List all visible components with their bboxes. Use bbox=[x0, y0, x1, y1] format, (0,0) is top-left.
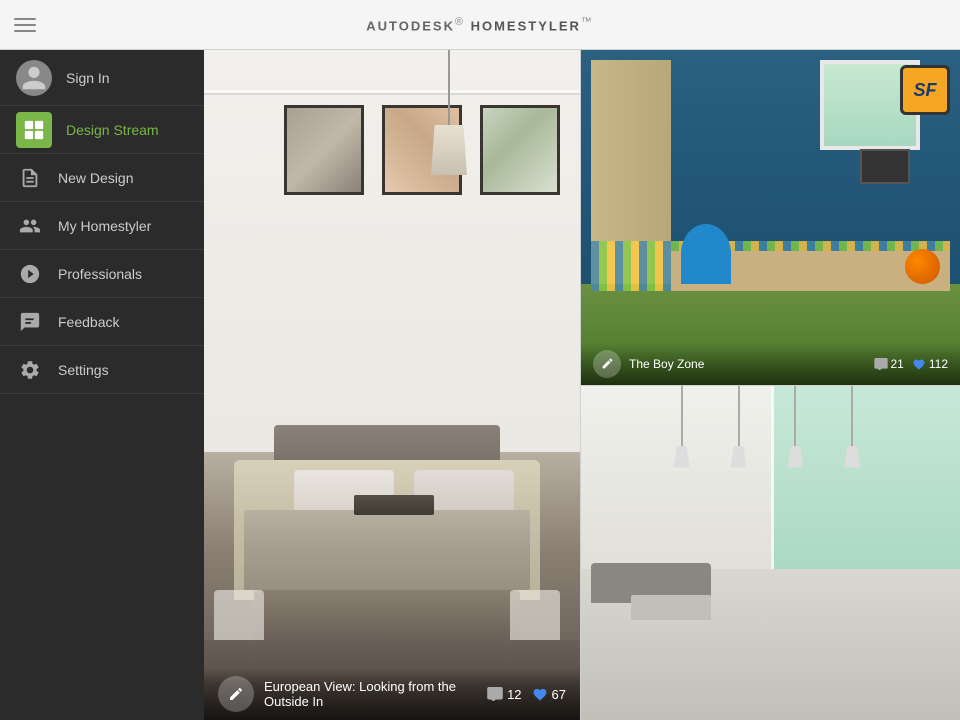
title-superscript: ® bbox=[455, 16, 465, 28]
left-comment-count: 12 bbox=[507, 687, 521, 702]
person-icon bbox=[20, 64, 48, 92]
left-panel-stats: 12 67 bbox=[487, 687, 566, 702]
right-top-overlay: The Boy Zone 21 112 bbox=[581, 343, 960, 385]
living-pendant-4 bbox=[851, 386, 853, 446]
right-top-stats: 21 112 bbox=[874, 357, 949, 371]
feedback-icon-wrap bbox=[16, 308, 44, 336]
main-content: European View: Looking from the Outside … bbox=[204, 50, 960, 720]
left-like-stat: 67 bbox=[532, 687, 566, 702]
living-pendant-3 bbox=[794, 386, 796, 446]
right-top-title: The Boy Zone bbox=[629, 357, 866, 371]
sidebar-item-new-design[interactable]: New Design bbox=[0, 154, 204, 202]
sidebar-item-sign-in[interactable]: Sign In bbox=[0, 50, 204, 106]
my-homestyler-label: My Homestyler bbox=[58, 218, 151, 234]
settings-label: Settings bbox=[58, 362, 109, 378]
new-design-label: New Design bbox=[58, 170, 133, 186]
bed-tray bbox=[354, 495, 434, 515]
left-panel[interactable]: European View: Looking from the Outside … bbox=[204, 50, 580, 720]
heart-icon bbox=[532, 687, 548, 701]
avatar bbox=[16, 60, 52, 96]
sidebar-item-settings[interactable]: Settings bbox=[0, 346, 204, 394]
living-pendant-2 bbox=[738, 386, 740, 446]
left-panel-title: European View: Looking from the Outside … bbox=[264, 679, 477, 709]
pendant-shade bbox=[431, 125, 467, 175]
living-pendant-1 bbox=[681, 386, 683, 446]
feedback-label: Feedback bbox=[58, 314, 119, 330]
title-brand: HOMESTYLER bbox=[471, 18, 581, 33]
app-title: AUTODESK® HOMESTYLER™ bbox=[366, 16, 593, 33]
my-homestyler-icon bbox=[19, 215, 41, 237]
sidebar-item-my-homestyler[interactable]: My Homestyler bbox=[0, 202, 204, 250]
professionals-icon bbox=[19, 263, 41, 285]
title-tm: ™ bbox=[581, 16, 594, 28]
art-frame-1 bbox=[284, 105, 364, 195]
new-design-icon bbox=[19, 167, 41, 189]
sign-in-label: Sign In bbox=[66, 70, 110, 86]
professionals-label: Professionals bbox=[58, 266, 142, 282]
professionals-icon-wrap bbox=[16, 260, 44, 288]
comment-icon bbox=[487, 687, 503, 701]
sidebar-item-feedback[interactable]: Feedback bbox=[0, 298, 204, 346]
heart-icon-sm bbox=[912, 358, 926, 370]
settings-icon bbox=[19, 359, 41, 381]
bz-monitor bbox=[860, 149, 910, 184]
living-pendant-shade-1 bbox=[674, 446, 690, 468]
hamburger-menu[interactable] bbox=[14, 18, 36, 32]
right-top-comment-stat: 21 bbox=[874, 357, 904, 371]
right-top-edit-button[interactable] bbox=[593, 350, 621, 378]
sf-logo: SF bbox=[900, 65, 950, 115]
left-comment-stat: 12 bbox=[487, 687, 521, 702]
living-pendants bbox=[657, 386, 884, 468]
right-top-like-stat: 112 bbox=[912, 357, 948, 371]
art-frames bbox=[284, 105, 560, 195]
right-bottom-panel[interactable] bbox=[581, 386, 960, 720]
title-prefix: AUTODESK bbox=[366, 18, 455, 33]
living-pendant-shade-3 bbox=[787, 446, 803, 468]
design-stream-label: Design Stream bbox=[66, 122, 159, 138]
edit-icon-sm bbox=[601, 357, 614, 370]
design-stream-icon-bg bbox=[16, 112, 52, 148]
left-panel-overlay: European View: Looking from the Outside … bbox=[204, 668, 580, 720]
left-edit-button[interactable] bbox=[218, 676, 254, 712]
edit-icon bbox=[228, 686, 244, 702]
left-like-count: 67 bbox=[552, 687, 566, 702]
living-pendant-shade-2 bbox=[731, 446, 747, 468]
right-top-like-count: 112 bbox=[929, 357, 948, 371]
bz-basketball bbox=[905, 249, 940, 284]
sidebar: Sign In Design Stream New Design My Home… bbox=[0, 50, 204, 720]
wall-molding bbox=[204, 90, 580, 93]
right-top-comment-count: 21 bbox=[891, 357, 904, 371]
right-top-panel[interactable]: SF The Boy Zone bbox=[581, 50, 960, 386]
art-frame-3 bbox=[480, 105, 560, 195]
living-scene bbox=[581, 386, 960, 720]
settings-icon-wrap bbox=[16, 356, 44, 384]
sidebar-item-professionals[interactable]: Professionals bbox=[0, 250, 204, 298]
bedroom-scene bbox=[204, 50, 580, 720]
sidebar-item-design-stream[interactable]: Design Stream bbox=[0, 106, 204, 154]
my-homestyler-icon-wrap bbox=[16, 212, 44, 240]
new-design-icon-wrap bbox=[16, 164, 44, 192]
bed-frame bbox=[254, 590, 520, 640]
app-header: AUTODESK® HOMESTYLER™ bbox=[0, 0, 960, 50]
bed-area bbox=[234, 440, 540, 640]
grid-icon bbox=[23, 119, 45, 141]
boyzone-scene: SF bbox=[581, 50, 960, 385]
living-pendant-shade-4 bbox=[844, 446, 860, 468]
bed-cover bbox=[244, 510, 530, 590]
pendant-cord bbox=[448, 50, 450, 130]
living-table bbox=[631, 595, 711, 620]
bz-chair bbox=[681, 224, 731, 284]
right-panels: SF The Boy Zone bbox=[580, 50, 960, 720]
comment-icon-sm bbox=[874, 358, 888, 370]
feedback-icon bbox=[19, 311, 41, 333]
